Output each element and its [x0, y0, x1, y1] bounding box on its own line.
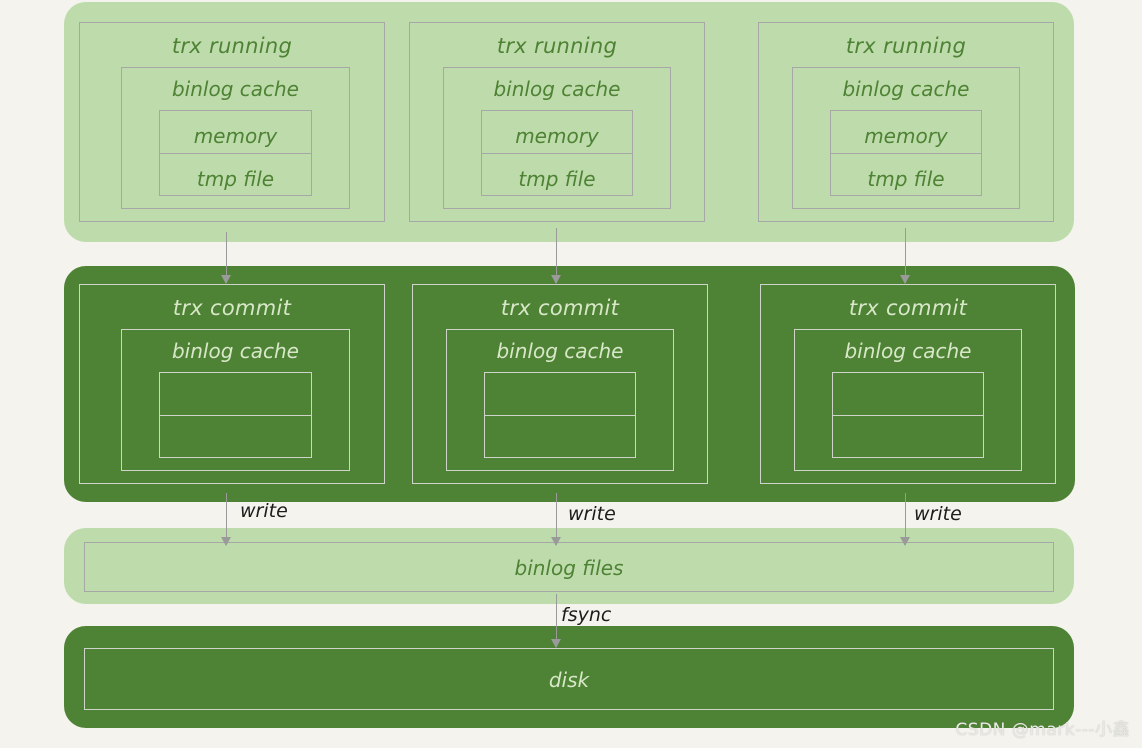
cache-slot-stack-3: memory tmp file: [830, 110, 982, 196]
commit-binlog-cache-title-1: binlog cache: [171, 339, 299, 363]
tmp-file-slot-2: tmp file: [482, 153, 632, 195]
arrow-running-to-commit-1: [221, 232, 231, 284]
memory-slot-3: memory: [864, 124, 948, 148]
binlog-files-bar: binlog files: [84, 542, 1054, 592]
trx-running-title-3: trx running: [845, 34, 967, 58]
commit-binlog-cache-title-2: binlog cache: [496, 339, 624, 363]
commit-slot-top-2: [485, 373, 635, 415]
write-label-1: write: [240, 500, 288, 522]
commit-binlog-cache-box-1: binlog cache: [121, 329, 350, 471]
commit-cache-slot-stack-2: [484, 372, 636, 458]
trx-commit-column-2: trx commit binlog cache: [412, 284, 708, 484]
trx-commit-title-3: trx commit: [848, 296, 968, 320]
binlog-cache-box-1: binlog cache memory tmp file: [121, 67, 350, 209]
arrow-running-to-commit-3: [900, 228, 910, 284]
commit-slot-top-1: [160, 373, 311, 415]
commit-binlog-cache-box-3: binlog cache: [794, 329, 1022, 471]
cache-slot-stack-2: memory tmp file: [481, 110, 633, 196]
memory-slot-2: memory: [515, 124, 599, 148]
trx-running-band: trx running binlog cache memory tmp file…: [64, 2, 1074, 242]
binlog-cache-box-3: binlog cache memory tmp file: [792, 67, 1020, 209]
trx-commit-title-2: trx commit: [500, 296, 620, 320]
arrow-running-to-commit-2: [551, 228, 561, 284]
trx-commit-column-3: trx commit binlog cache: [760, 284, 1056, 484]
arrow-files-to-disk: [551, 594, 561, 648]
binlog-files-band: binlog files: [64, 528, 1074, 604]
binlog-cache-title-3: binlog cache: [842, 77, 970, 101]
watermark: CSDN @mark---小鑫: [955, 720, 1130, 740]
write-label-2: write: [568, 503, 616, 525]
trx-commit-column-1: trx commit binlog cache: [79, 284, 385, 484]
trx-commit-title-1: trx commit: [172, 296, 292, 320]
memory-slot-1: memory: [193, 124, 278, 148]
trx-running-column-2: trx running binlog cache memory tmp file: [409, 22, 705, 222]
trx-running-column-1: trx running binlog cache memory tmp file: [79, 22, 385, 222]
commit-slot-top-3: [833, 373, 983, 415]
disk-band: disk: [64, 626, 1074, 728]
binlog-cache-title-1: binlog cache: [171, 77, 299, 101]
commit-binlog-cache-box-2: binlog cache: [446, 329, 674, 471]
tmp-file-slot-1: tmp file: [160, 153, 311, 195]
commit-slot-bottom-3: [833, 415, 983, 457]
binlog-cache-box-2: binlog cache memory tmp file: [443, 67, 671, 209]
tmp-file-slot-3: tmp file: [831, 153, 981, 195]
commit-cache-slot-stack-3: [832, 372, 984, 458]
disk-bar: disk: [84, 648, 1054, 710]
cache-slot-stack-1: memory tmp file: [159, 110, 312, 196]
arrow-commit-to-files-2: [551, 493, 561, 546]
commit-slot-bottom-2: [485, 415, 635, 457]
arrow-commit-to-files-3: [900, 493, 910, 546]
commit-slot-bottom-1: [160, 415, 311, 457]
commit-binlog-cache-title-3: binlog cache: [844, 339, 972, 363]
arrow-commit-to-files-1: [221, 493, 231, 546]
write-label-3: write: [914, 503, 962, 525]
commit-cache-slot-stack-1: [159, 372, 312, 458]
fsync-label: fsync: [561, 604, 612, 626]
trx-running-title-1: trx running: [171, 34, 293, 58]
trx-running-column-3: trx running binlog cache memory tmp file: [758, 22, 1054, 222]
binlog-cache-title-2: binlog cache: [493, 77, 621, 101]
trx-commit-band: trx commit binlog cache trx commit binlo…: [64, 266, 1075, 502]
trx-running-title-2: trx running: [496, 34, 618, 58]
diagram-canvas: trx running binlog cache memory tmp file…: [0, 0, 1142, 748]
